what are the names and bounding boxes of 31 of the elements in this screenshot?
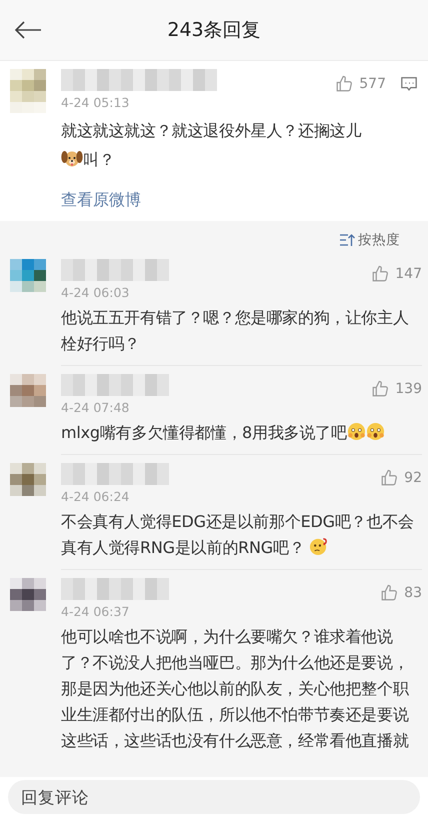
comment-time: 4-24 05:13 (61, 95, 130, 110)
comment-text: 就这就这就这？就这退役外星人？还搁这儿 叫？ (61, 120, 362, 171)
comment-text: 他说五五开有错了？嗯？您是哪家的狗，让你主人栓好行吗？ (61, 307, 410, 355)
sort-button[interactable]: 按热度 (339, 231, 400, 249)
comment-text: 他可以啥也不说啊，为什么要嘴欠？谁求着他说了？不说没人把他当哑巴。那为什么他还是要说，那是因为他还关心他以前的队友，关心他把整个职业生涯都付出的队伍，所以他不怕带节奏还是要说这些话，这些话也没有什么恶意，经常看他直播就 (61, 626, 410, 752)
like-button[interactable]: 83 (380, 584, 422, 602)
comment-time: 4-24 06:03 (61, 285, 130, 300)
sort-icon (339, 233, 355, 247)
comment-time: 4-24 07:48 (61, 400, 130, 415)
reply-input[interactable]: 回复评论 (8, 780, 420, 814)
thumbs-up-icon (371, 265, 390, 283)
thumbs-up-icon (380, 584, 398, 602)
comment-time: 4-24 06:37 (61, 604, 130, 619)
comment-icon[interactable] (400, 75, 418, 93)
like-button[interactable]: 139 (371, 380, 422, 398)
page-title: 243条回复 (167, 18, 261, 43)
like-button[interactable]: 147 (371, 265, 422, 283)
thumbs-up-icon (371, 380, 390, 398)
like-button[interactable]: 92 (380, 469, 422, 487)
thumbs-up-icon (380, 469, 398, 487)
like-button[interactable]: 577 (335, 75, 386, 93)
back-arrow-icon (13, 20, 43, 40)
thumbs-up-icon (335, 75, 354, 93)
comment-time: 4-24 06:24 (61, 489, 130, 504)
scared-face-icon (366, 422, 385, 441)
comment-text: 不会真有人觉得EDG还是以前那个EDG吧？也不会真有人觉得RNG是以前的RNG吧？ (61, 511, 415, 559)
scared-face-icon (346, 422, 366, 441)
comment-text: mlxg嘴有多欠懂得都懂，8用我多说了吧 (61, 420, 422, 446)
thinking-face-icon (309, 537, 328, 556)
dog-face-icon (61, 148, 83, 168)
view-original-link[interactable]: 查看原微博 (61, 190, 141, 211)
